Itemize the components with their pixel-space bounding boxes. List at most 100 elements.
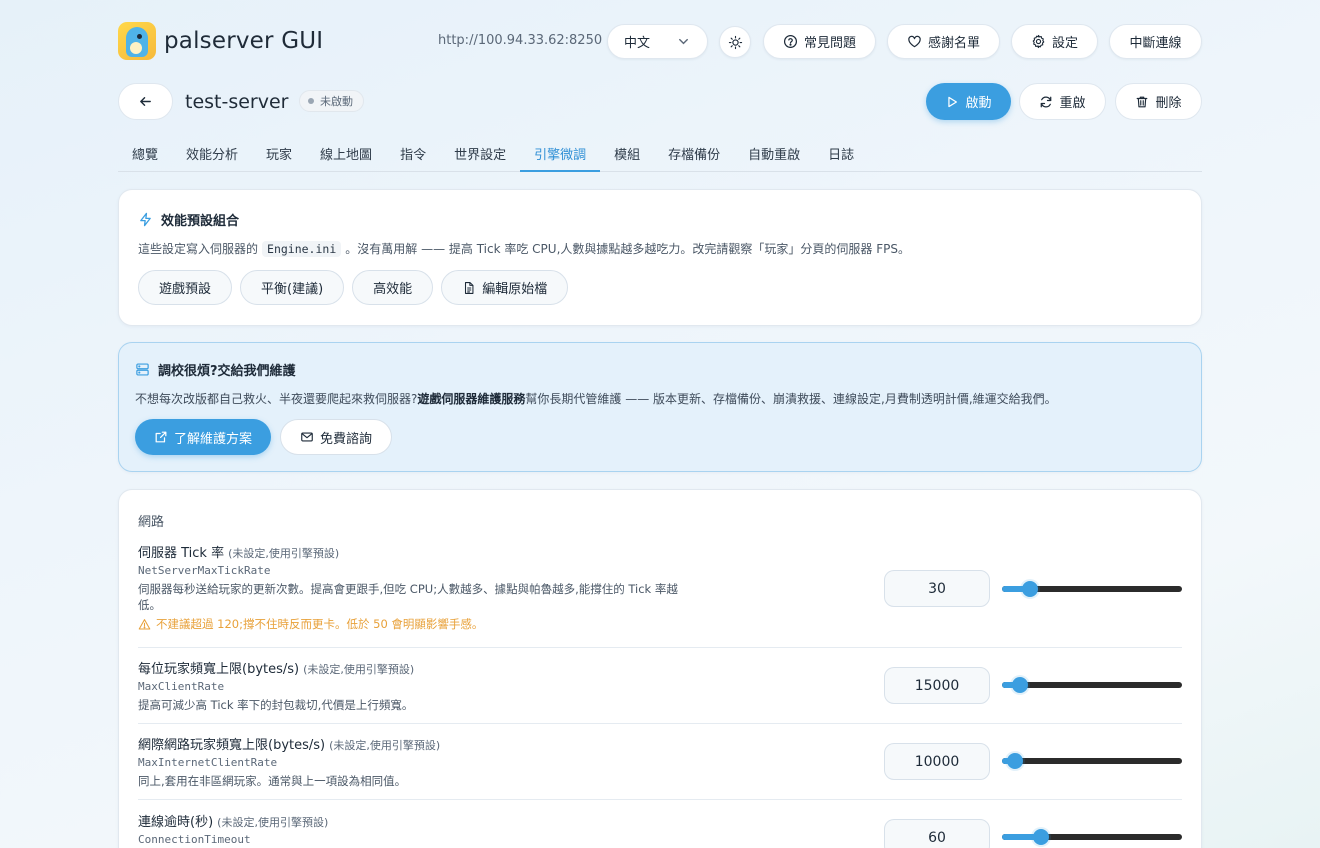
external-link-icon <box>155 431 167 443</box>
delete-button[interactable]: 刪除 <box>1115 83 1202 120</box>
preset-high-performance-button[interactable]: 高效能 <box>352 270 434 305</box>
setting-warning-text: 不建議超過 120;撐不住時反而更卡。低於 50 會明顯影響手感。 <box>156 617 484 631</box>
preset-balanced-button[interactable]: 平衡(建議) <box>240 270 345 305</box>
top-header: palserver GUI http://100.94.33.62:8250 中… <box>118 22 1202 62</box>
edit-raw-label: 編輯原始檔 <box>482 282 548 297</box>
setting-hint: (未設定,使用引擎預設) <box>217 816 329 829</box>
setting-title-text: 連線逾時(秒) <box>138 815 214 830</box>
preset-game-default-button[interactable]: 遊戲預設 <box>138 270 233 305</box>
promo-desc-part2: 幫你長期代管維護 —— 版本更新、存檔備份、崩潰救援、連線設定,月費制透明計價,… <box>525 392 1057 406</box>
setting-hint: (未設定,使用引擎預設) <box>303 663 415 676</box>
thanks-button[interactable]: 感謝名單 <box>887 24 1000 59</box>
server-bar: test-server 未啟動 啟動 重啟 刪除 <box>118 83 1202 121</box>
max-client-rate-input[interactable]: 15000 <box>884 667 990 704</box>
trash-icon <box>1137 96 1148 107</box>
promo-buttons: 了解維護方案 免費諮詢 <box>135 419 393 455</box>
settings-label: 設定 <box>1051 36 1078 51</box>
start-label: 啟動 <box>965 96 992 111</box>
max-internet-client-rate-slider[interactable] <box>1002 752 1182 770</box>
file-text-icon <box>465 281 474 294</box>
tab-world-settings[interactable]: 世界設定 <box>440 136 520 171</box>
setting-warning: 不建議超過 120;撐不住時反而更卡。低於 50 會明顯影響手感。 <box>138 616 1182 632</box>
preset-title-text: 效能預設組合 <box>161 214 240 229</box>
connection-timeout-slider[interactable] <box>1002 828 1182 846</box>
preset-description: 這些設定寫入伺服器的 Engine.ini 。沒有萬用解 —— 提高 Tick … <box>138 240 910 257</box>
restart-label: 重啟 <box>1059 96 1086 111</box>
app-logo <box>118 22 156 60</box>
tab-overview[interactable]: 總覽 <box>118 136 172 171</box>
tick-rate-input[interactable]: 30 <box>884 570 990 607</box>
disconnect-button[interactable]: 中斷連線 <box>1109 24 1202 59</box>
setting-title: 網際網路玩家頻寬上限(bytes/s) (未設定,使用引擎預設) <box>138 734 1182 753</box>
gear-icon <box>1032 34 1045 49</box>
maintenance-promo-card: 調校很煩?交給我們維護 不想每次改版都自己救火、半夜還要爬起來救伺服器?遊戲伺服… <box>118 342 1202 472</box>
mail-icon <box>301 432 313 442</box>
performance-preset-card: 效能預設組合 這些設定寫入伺服器的 Engine.ini 。沒有萬用解 —— 提… <box>118 189 1202 326</box>
faq-label: 常見問題 <box>803 36 856 51</box>
setting-title-text: 每位玩家頻寬上限(bytes/s) <box>138 662 300 677</box>
free-consult-button[interactable]: 免費諮詢 <box>280 419 393 455</box>
start-button[interactable]: 啟動 <box>926 83 1011 120</box>
promo-desc-bold[interactable]: 遊戲伺服器維護服務 <box>417 392 525 406</box>
status-badge: 未啟動 <box>299 90 364 112</box>
help-circle-icon <box>783 34 798 49</box>
warning-triangle-icon <box>138 618 151 629</box>
connection-timeout-input[interactable]: 60 <box>884 819 990 848</box>
network-section-title: 網路 <box>138 515 165 530</box>
tab-performance[interactable]: 效能分析 <box>172 136 252 171</box>
tab-online-map[interactable]: 線上地圖 <box>306 136 386 171</box>
slider-thumb[interactable] <box>1021 581 1038 597</box>
server-name: test-server <box>185 91 289 113</box>
refresh-icon <box>1041 96 1052 107</box>
preset-card-title: 效能預設組合 <box>138 210 239 229</box>
slider-thumb[interactable] <box>1011 677 1028 693</box>
tick-rate-slider[interactable] <box>1002 580 1182 598</box>
max-internet-client-rate-input[interactable]: 10000 <box>884 743 990 780</box>
setting-hint: (未設定,使用引擎預設) <box>329 739 441 752</box>
promo-title-text: 調校很煩?交給我們維護 <box>158 364 296 379</box>
disconnect-label: 中斷連線 <box>1129 36 1182 51</box>
setting-row-max-client-rate: 每位玩家頻寬上限(bytes/s) (未設定,使用引擎預設) MaxClientR… <box>138 658 1182 724</box>
tab-backups[interactable]: 存檔備份 <box>654 136 734 171</box>
learn-maintenance-plan-button[interactable]: 了解維護方案 <box>135 419 272 455</box>
tab-engine-tuning[interactable]: 引擎微調 <box>520 136 601 172</box>
delete-label: 刪除 <box>1155 96 1182 111</box>
lightning-icon <box>140 212 151 227</box>
setting-hint: (未設定,使用引擎預設) <box>228 547 340 560</box>
learn-plan-label: 了解維護方案 <box>174 431 253 447</box>
free-consult-label: 免費諮詢 <box>320 431 373 447</box>
theme-toggle-button[interactable] <box>719 26 751 58</box>
setting-row-max-internet-client-rate: 網際網路玩家頻寬上限(bytes/s) (未設定,使用引擎預設) MaxInter… <box>138 734 1182 800</box>
network-settings-card: 網路 伺服器 Tick 率 (未設定,使用引擎預設) NetServerMaxTi… <box>118 489 1202 848</box>
tab-logs[interactable]: 日誌 <box>814 136 868 171</box>
tab-auto-restart[interactable]: 自動重啟 <box>734 136 814 171</box>
promo-description: 不想每次改版都自己救火、半夜還要爬起來救伺服器?遊戲伺服器維護服務幫你長期代管維… <box>135 390 1057 407</box>
arrow-left-icon <box>140 97 151 106</box>
tab-players[interactable]: 玩家 <box>252 136 306 171</box>
setting-row-tick-rate: 伺服器 Tick 率 (未設定,使用引擎預設) NetServerMaxTickR… <box>138 542 1182 648</box>
faq-button[interactable]: 常見問題 <box>763 24 876 59</box>
slider-thumb[interactable] <box>1006 753 1023 769</box>
tab-commands[interactable]: 指令 <box>386 136 440 171</box>
setting-title: 伺服器 Tick 率 (未設定,使用引擎預設) <box>138 542 1182 561</box>
app-title: palserver GUI <box>164 28 324 54</box>
settings-button[interactable]: 設定 <box>1011 24 1098 59</box>
max-client-rate-slider[interactable] <box>1002 676 1182 694</box>
chevron-down-icon <box>679 38 688 45</box>
restart-button[interactable]: 重啟 <box>1019 83 1106 120</box>
edit-raw-file-button[interactable]: 編輯原始檔 <box>441 270 569 305</box>
setting-description: 提高可減少高 Tick 率下的封包裁切,代價是上行頻寬。 <box>138 698 414 712</box>
setting-description: 伺服器每秒送給玩家的更新次數。提高會更跟手,但吃 CPU;人數越多、據點與帕魯越… <box>138 582 678 612</box>
sun-icon <box>728 35 742 49</box>
server-url: http://100.94.33.62:8250 <box>438 33 603 48</box>
slider-thumb[interactable] <box>1033 829 1050 845</box>
status-label: 未啟動 <box>320 95 353 108</box>
preset-desc-part1: 這些設定寫入伺服器的 <box>138 242 259 256</box>
tab-mods[interactable]: 模組 <box>600 136 654 171</box>
heart-icon <box>908 35 921 48</box>
language-value: 中文 <box>624 36 651 51</box>
play-icon <box>948 96 958 107</box>
setting-title-text: 伺服器 Tick 率 <box>138 546 225 561</box>
back-button[interactable] <box>118 83 173 120</box>
language-select[interactable]: 中文 <box>607 24 708 59</box>
